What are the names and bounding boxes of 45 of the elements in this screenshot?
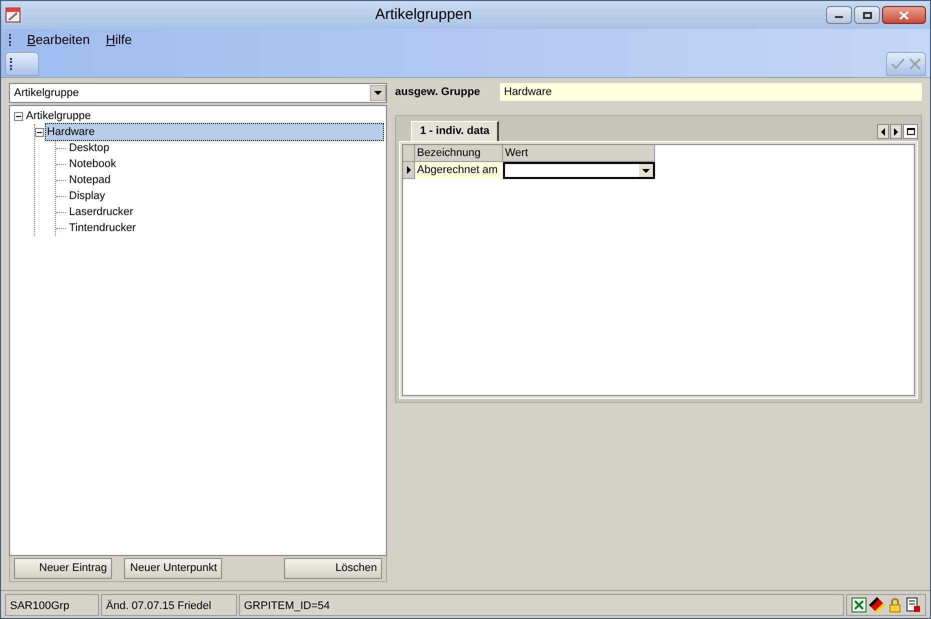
tree-item[interactable]: Artikelgruppe: [24, 107, 93, 125]
flag-icon[interactable]: [869, 596, 885, 612]
tree-button[interactable]: Neuer Eintrag: [14, 558, 112, 579]
window-list-icon[interactable]: [903, 124, 918, 139]
field-label: ausgew. Gruppe: [395, 84, 482, 100]
tree-item[interactable]: Notebook: [67, 155, 118, 173]
maximize-button[interactable]: [854, 6, 880, 24]
tree-item[interactable]: Hardware: [45, 123, 384, 141]
minimize-button[interactable]: [826, 6, 852, 24]
table-cell: Abgerechnet am: [415, 162, 503, 179]
dropdown-arrow-icon: [374, 91, 382, 95]
status-field: SAR100Grp: [5, 594, 99, 616]
dropdown-arrow-icon: [642, 168, 650, 172]
collapse-icon[interactable]: [35, 128, 44, 136]
column-header: Bezeichnung: [415, 145, 503, 162]
status-field: GRPITEM_ID=54: [239, 594, 844, 616]
check-icon[interactable]: [891, 58, 905, 70]
close-button[interactable]: [882, 6, 926, 24]
scroll-right-button[interactable]: [890, 124, 902, 139]
tab[interactable]: 1 - indiv. data: [411, 121, 500, 141]
tree-item[interactable]: Laserdrucker: [67, 203, 136, 221]
tree-item[interactable]: Tintendrucker: [67, 219, 138, 237]
scroll-left-button[interactable]: [877, 124, 889, 139]
column-header: Wert: [503, 145, 655, 162]
menu-item[interactable]: Bearbeiten: [27, 30, 90, 50]
window-title: Artikelgruppen: [374, 4, 473, 25]
document-icon[interactable]: [905, 596, 921, 612]
row-pointer-icon: [406, 166, 412, 174]
right-arrow-icon: [893, 128, 899, 136]
collapse-icon[interactable]: [14, 112, 23, 120]
tree-button[interactable]: Neuer Unterpunkt: [124, 558, 222, 579]
close-icon: [899, 10, 909, 20]
app-icon: [5, 7, 21, 23]
spreadsheet-icon[interactable]: [851, 596, 867, 612]
status-field: Änd. 07.07.15 Friedel: [101, 594, 237, 616]
left-arrow-icon: [880, 128, 886, 136]
group-field[interactable]: Hardware: [500, 83, 922, 101]
menu-item[interactable]: Hilfe: [106, 30, 132, 50]
tree-item[interactable]: Notepad: [67, 171, 113, 189]
tree-button[interactable]: Löschen: [284, 558, 382, 579]
tree-item[interactable]: Desktop: [67, 139, 112, 157]
value-dropdown[interactable]: [503, 162, 655, 179]
group-dropdown[interactable]: Artikelgruppe: [9, 83, 387, 103]
toolbar: [5, 52, 39, 76]
tree-item[interactable]: Display: [67, 187, 108, 205]
